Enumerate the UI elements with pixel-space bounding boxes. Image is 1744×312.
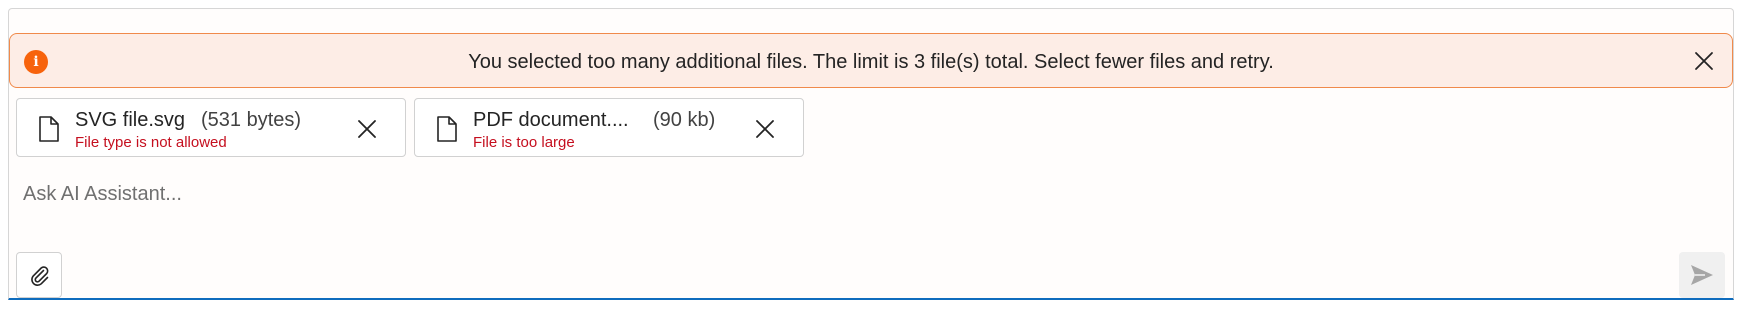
remove-attachment-button[interactable] [753, 117, 777, 141]
attach-file-button[interactable] [16, 252, 62, 298]
attachment-name: PDF document.... [473, 109, 629, 131]
file-icon [437, 116, 457, 142]
send-icon [1691, 265, 1713, 285]
chat-composer: i You selected too many additional files… [8, 8, 1734, 300]
attachment-name: SVG file.svg [75, 109, 186, 131]
error-alert: i You selected too many additional files… [9, 33, 1733, 88]
alert-message: You selected too many additional files. … [468, 51, 1274, 73]
paperclip-icon [31, 266, 49, 286]
remove-attachment-button[interactable] [355, 117, 379, 141]
attachment-size: (90 kb) [653, 109, 716, 131]
attachment-error: File type is not allowed [75, 134, 227, 151]
prompt-input[interactable] [23, 177, 1713, 211]
attachment-chip: PDF document.... (90 kb) File is too lar… [414, 98, 804, 157]
attachment-size: (531 bytes) [201, 109, 302, 131]
alert-close-button[interactable] [1692, 49, 1716, 73]
close-icon [358, 120, 376, 138]
close-icon [1695, 52, 1713, 70]
file-icon [39, 116, 59, 142]
send-button[interactable] [1679, 252, 1725, 298]
info-icon: i [24, 50, 48, 74]
attachment-chip: SVG file.svg (531 bytes) File type is no… [16, 98, 406, 157]
close-icon [756, 120, 774, 138]
attachment-error: File is too large [473, 134, 575, 151]
